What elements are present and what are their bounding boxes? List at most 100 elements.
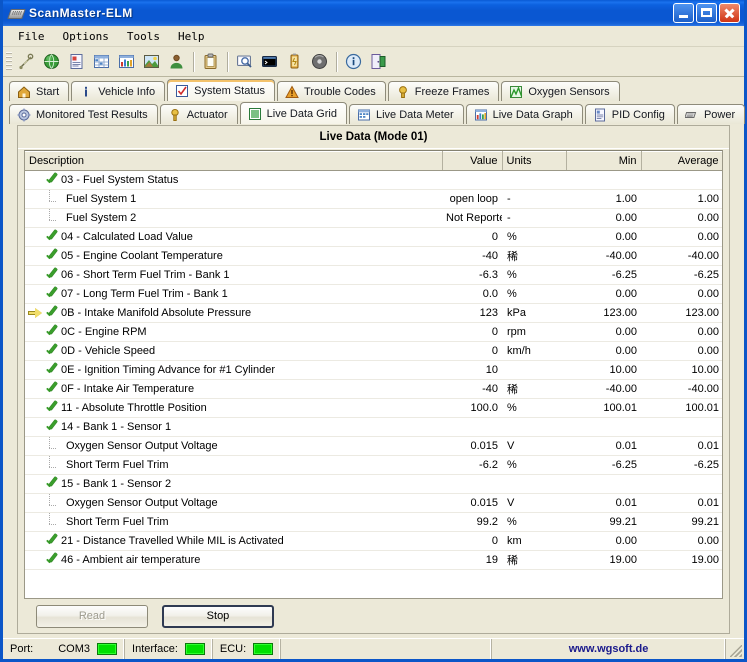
column-header-value[interactable]: Value — [442, 151, 502, 171]
report-icon[interactable] — [64, 50, 89, 74]
battery-icon[interactable] — [282, 50, 307, 74]
menu-help[interactable]: Help — [169, 28, 214, 45]
live-data-grid[interactable]: Description Value Units Min Average Max … — [24, 150, 723, 599]
cell-units: kPa — [502, 304, 566, 323]
minimize-button[interactable] — [673, 3, 694, 23]
table-row[interactable]: Oxygen Sensor Output Voltage0.015V0.010.… — [25, 437, 723, 456]
tab-start[interactable]: Start — [9, 81, 69, 101]
exit-icon[interactable] — [366, 50, 391, 74]
chart-icon[interactable] — [114, 50, 139, 74]
cell-average: 100.01 — [641, 399, 723, 418]
column-header-average[interactable]: Average — [641, 151, 723, 171]
cell-min — [566, 171, 641, 190]
table-row[interactable]: Short Term Fuel Trim-6.2%-6.25-6.25-6.25 — [25, 456, 723, 475]
monitor-search-icon[interactable] — [232, 50, 257, 74]
cell-value: -40 — [442, 380, 502, 399]
table-row[interactable]: Fuel System 1open loop-1.001.001.00 — [25, 190, 723, 209]
menu-file[interactable]: File — [9, 28, 54, 45]
image-icon[interactable] — [139, 50, 164, 74]
table-row[interactable]: 03 - Fuel System Status — [25, 171, 723, 190]
live-data-table: Description Value Units Min Average Max … — [25, 151, 723, 570]
table-row[interactable]: 0F - Intake Air Temperature-40稀-40.00-40… — [25, 380, 723, 399]
table-row[interactable]: 0D - Vehicle Speed0km/h0.000.000.00 — [25, 342, 723, 361]
tab-live-data-graph[interactable]: Live Data Graph — [466, 104, 583, 124]
menu-tools[interactable]: Tools — [118, 28, 169, 45]
connect-icon[interactable] — [14, 50, 39, 74]
table-row[interactable]: 11 - Absolute Throttle Position100.0%100… — [25, 399, 723, 418]
checkmark-icon — [45, 269, 58, 282]
checkmark-icon — [45, 288, 58, 301]
row-description: 15 - Bank 1 - Sensor 2 — [58, 478, 171, 490]
column-header-min[interactable]: Min — [566, 151, 641, 171]
cell-average — [641, 475, 723, 494]
tab-monitored-test-results[interactable]: Monitored Test Results — [9, 104, 158, 124]
port-value: COM3 — [58, 643, 90, 655]
cell-description: Fuel System 2 — [25, 209, 442, 228]
tab-power[interactable]: Power — [677, 104, 745, 124]
cell-value: open loop — [442, 190, 502, 209]
cell-min: 19.00 — [566, 551, 641, 570]
column-header-description[interactable]: Description — [25, 151, 442, 171]
resize-grip[interactable] — [726, 639, 744, 659]
website-url[interactable]: www.wgsoft.de — [569, 643, 649, 655]
table-row[interactable]: Short Term Fuel Trim99.2%99.2199.2199.21 — [25, 513, 723, 532]
column-header-units[interactable]: Units — [502, 151, 566, 171]
tab-vehicle-info[interactable]: Vehicle Info — [71, 81, 165, 101]
stop-button[interactable]: Stop — [162, 605, 274, 628]
table-row[interactable]: 46 - Ambient air temperature19稀19.0019.0… — [25, 551, 723, 570]
tab-freeze-frames[interactable]: Freeze Frames — [388, 81, 500, 101]
tab-actuator[interactable]: Actuator — [160, 104, 238, 124]
cell-value: 0.0 — [442, 285, 502, 304]
tab-live-data-grid[interactable]: Live Data Grid — [240, 102, 347, 124]
table-row[interactable]: 05 - Engine Coolant Temperature-40稀-40.0… — [25, 247, 723, 266]
table-row[interactable]: 06 - Short Term Fuel Trim - Bank 1-6.3%-… — [25, 266, 723, 285]
cell-description: 14 - Bank 1 - Sensor 1 — [25, 418, 442, 437]
cell-units: km — [502, 532, 566, 551]
status-interface: Interface: — [125, 639, 213, 659]
disc-icon[interactable] — [307, 50, 332, 74]
tab-trouble-codes[interactable]: Trouble Codes — [277, 81, 386, 101]
cell-average: 123.00 — [641, 304, 723, 323]
cell-min: 100.01 — [566, 399, 641, 418]
table-row[interactable]: 0E - Ignition Timing Advance for #1 Cyli… — [25, 361, 723, 380]
row-description: 07 - Long Term Fuel Trim - Bank 1 — [58, 288, 228, 300]
tab-label: Monitored Test Results — [36, 109, 148, 121]
clipboard-icon[interactable] — [198, 50, 223, 74]
cell-description: 0C - Engine RPM — [25, 323, 442, 342]
table-row[interactable]: Fuel System 2Not Reported-0.000.000.00 — [25, 209, 723, 228]
checkmark-icon — [45, 402, 58, 415]
grid-icon[interactable] — [89, 50, 114, 74]
close-button[interactable] — [719, 3, 740, 23]
table-row[interactable]: 14 - Bank 1 - Sensor 1 — [25, 418, 723, 437]
tab-oxygen-sensors[interactable]: Oxygen Sensors — [501, 81, 619, 101]
info-icon[interactable] — [341, 50, 366, 74]
row-description: Fuel System 2 — [58, 212, 136, 224]
status-website[interactable]: www.wgsoft.de — [492, 639, 726, 659]
menu-options[interactable]: Options — [54, 28, 118, 45]
table-row[interactable]: 07 - Long Term Fuel Trim - Bank 10.0%0.0… — [25, 285, 723, 304]
table-row[interactable]: 15 - Bank 1 - Sensor 2 — [25, 475, 723, 494]
tab-live-data-meter[interactable]: Live Data Meter — [349, 104, 464, 124]
tab-system-status[interactable]: System Status — [167, 79, 275, 101]
read-button[interactable]: Read — [36, 605, 148, 628]
status-bar: Port: COM3 Interface: ECU: www.wgsoft.de — [3, 638, 744, 659]
row-description: 46 - Ambient air temperature — [58, 554, 200, 566]
table-row[interactable]: 21 - Distance Travelled While MIL is Act… — [25, 532, 723, 551]
maximize-button[interactable] — [696, 3, 717, 23]
table-row[interactable]: 04 - Calculated Load Value0%0.000.000.00 — [25, 228, 723, 247]
checkmark-icon — [45, 478, 58, 491]
cell-value: 100.0 — [442, 399, 502, 418]
tab-label: Live Data Meter — [376, 109, 454, 121]
globe-icon[interactable] — [39, 50, 64, 74]
table-row[interactable]: 0C - Engine RPM0rpm0.000.000.00 — [25, 323, 723, 342]
interface-led — [185, 643, 205, 655]
toolbar-grip[interactable] — [6, 52, 12, 72]
table-row[interactable]: 0B - Intake Manifold Absolute Pressure12… — [25, 304, 723, 323]
action-buttons: Read Stop — [18, 599, 729, 633]
tab-pid-config[interactable]: PID Config — [585, 104, 675, 124]
row-description: Short Term Fuel Trim — [58, 516, 169, 528]
user-icon[interactable] — [164, 50, 189, 74]
cell-value: 0 — [442, 323, 502, 342]
terminal-icon[interactable] — [257, 50, 282, 74]
table-row[interactable]: Oxygen Sensor Output Voltage0.015V0.010.… — [25, 494, 723, 513]
